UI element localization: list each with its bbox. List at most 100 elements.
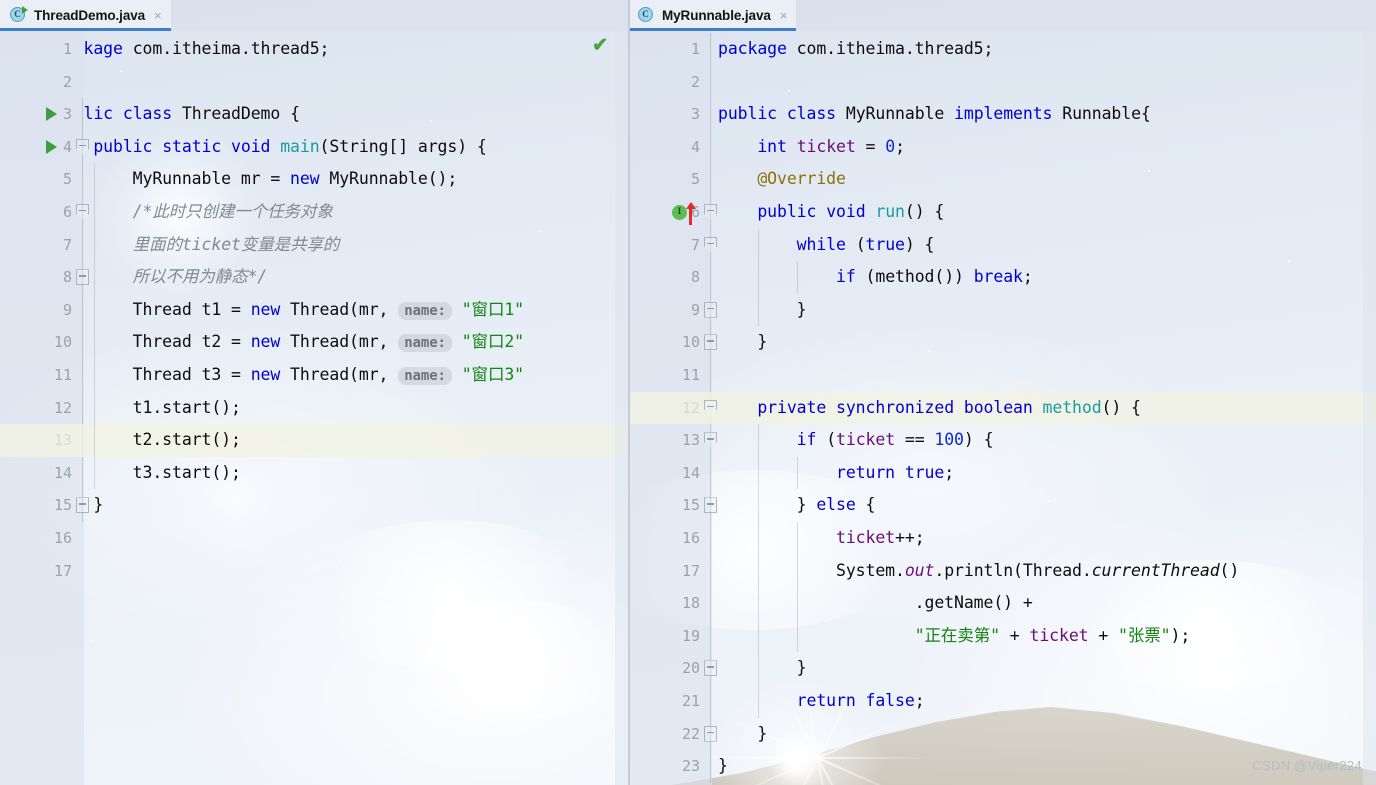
code-token: ticket [836,528,896,547]
close-icon[interactable]: × [154,9,162,22]
run-icon[interactable] [46,107,57,122]
code-line[interactable]: MyRunnable mr = new MyRunnable(); [84,163,458,196]
code-line[interactable]: int ticket = 0; [718,131,905,164]
code-line[interactable]: return false; [718,685,925,718]
code-token: () { [904,202,945,221]
fold-start-marker[interactable] [76,204,89,220]
code-line[interactable]: } [718,652,807,685]
override-up-arrow-icon[interactable] [685,202,696,225]
code-line[interactable]: public static void main(String[] args) { [84,131,487,164]
code-line[interactable]: public class ThreadDemo { [84,98,300,131]
code-line[interactable]: return true; [718,457,954,490]
code-token: (String[] args) { [319,136,487,156]
code-line[interactable]: t2.start(); [84,424,241,457]
fold-end-marker[interactable] [704,301,717,318]
code-line[interactable]: } [718,294,807,327]
code-token: "张票" [1118,625,1171,645]
code-token: MyRunnable(); [329,169,458,189]
code-token: .getName() + [718,593,1033,613]
code-token: ticket [1029,625,1089,645]
close-icon[interactable]: × [780,9,788,22]
code-line[interactable]: Thread t3 = new Thread(mr, name: "窗口3" [84,359,524,392]
code-token: } [718,723,768,743]
line-number: 7 [62,235,72,254]
fold-end-marker[interactable] [704,660,717,677]
code-token: public [757,202,827,221]
pane-divider[interactable] [628,0,630,785]
code-token: "窗口2" [451,332,525,352]
code-line[interactable]: package com.itheima.thread5; [84,33,329,66]
code-line[interactable]: .getName() + [718,587,1033,620]
code-token: System. [718,560,905,580]
code-line[interactable]: t1.start(); [84,392,241,425]
error-stripe-left[interactable] [615,31,628,785]
code-line[interactable]: System.out.println(Thread.currentThread(… [718,555,1239,588]
editor-body-left[interactable]: 1234567891011121314151617 package com.it… [0,31,628,785]
code-token: + [999,625,1030,645]
code-token: t3.start(); [132,462,241,482]
tab-bar-filler [796,0,1376,31]
code-line[interactable]: 里面的ticket变量是共享的 [84,229,340,262]
code-token: new [250,332,291,352]
tab-threaddemo[interactable]: C ThreadDemo.java × [0,0,171,31]
fold-start-marker[interactable] [704,399,717,416]
code-line[interactable]: } [718,750,728,783]
code-token: Thread(mr, [290,365,399,384]
fold-end-marker[interactable] [704,725,717,742]
code-line[interactable]: Thread t1 = new Thread(mr, name: "窗口1" [84,294,524,327]
code-line[interactable]: } [718,326,767,359]
editor-body-right[interactable]: 123456I7891011121314151617181920212223 p… [628,31,1376,785]
code-line[interactable]: 所以不用为静态*/ [84,261,268,294]
gutter-left[interactable]: 1234567891011121314151617 [0,31,89,785]
code-line[interactable]: if (method()) break; [718,261,1033,294]
code-area-right[interactable]: package com.itheima.thread5; public class… [712,31,1376,785]
code-line[interactable]: /*此时只创建一个任务对象 [84,196,333,229]
parameter-hint-badge: name: [398,334,452,353]
fold-end-marker[interactable] [704,334,717,351]
code-token: void [826,202,876,221]
watermark: CSDN @Viper224 [1252,758,1362,773]
fold-end-marker[interactable] [76,497,89,514]
fold-start-marker[interactable] [704,204,717,220]
code-line[interactable]: } [718,718,767,751]
code-line[interactable]: ticket++; [718,522,925,555]
code-line[interactable]: private synchronized boolean method() { [718,392,1141,425]
code-token: run [875,202,905,221]
error-stripe-right[interactable] [1363,31,1376,785]
run-icon[interactable] [46,139,57,154]
code-token: () [1219,560,1240,580]
code-line[interactable]: public class MyRunnable implements Runna… [718,98,1151,131]
code-token: ++; [895,528,925,547]
fold-start-marker[interactable] [704,432,717,449]
line-number: 19 [681,626,700,645]
green-check-icon[interactable]: ✔ [592,36,608,55]
code-line[interactable]: public void run() { [718,196,944,229]
code-token: t2.start(); [132,430,241,450]
line-number: 3 [690,105,700,124]
fold-start-marker[interactable] [704,236,717,253]
code-line[interactable]: } else { [718,489,876,522]
fold-end-marker[interactable] [704,497,717,514]
code-token: ; [1022,267,1033,287]
line-number: 17 [681,561,700,580]
code-line[interactable]: Thread t2 = new Thread(mr, name: "窗口2" [84,326,524,359]
code-line[interactable]: @Override [718,163,846,196]
code-area-left[interactable]: package com.itheima.thread5; public class… [84,31,628,785]
tab-myrunnable[interactable]: C MyRunnable.java × [628,0,797,31]
code-line[interactable]: while (true) { [718,229,935,262]
code-line[interactable]: if (ticket == 100) { [718,424,994,457]
code-token: } [718,332,768,352]
fold-end-marker[interactable] [76,269,89,286]
code-token: MyRunnable [845,104,955,124]
fold-start-marker[interactable] [76,138,89,155]
code-line[interactable]: t3.start(); [84,457,241,490]
code-token: "窗口1" [451,299,525,319]
code-line[interactable]: package com.itheima.thread5; [718,33,993,66]
code-line[interactable]: "正在卖第" + ticket + "张票"); [718,620,1191,653]
gutter-right[interactable]: 123456I7891011121314151617181920212223 [628,31,717,785]
code-token: } [718,658,807,678]
